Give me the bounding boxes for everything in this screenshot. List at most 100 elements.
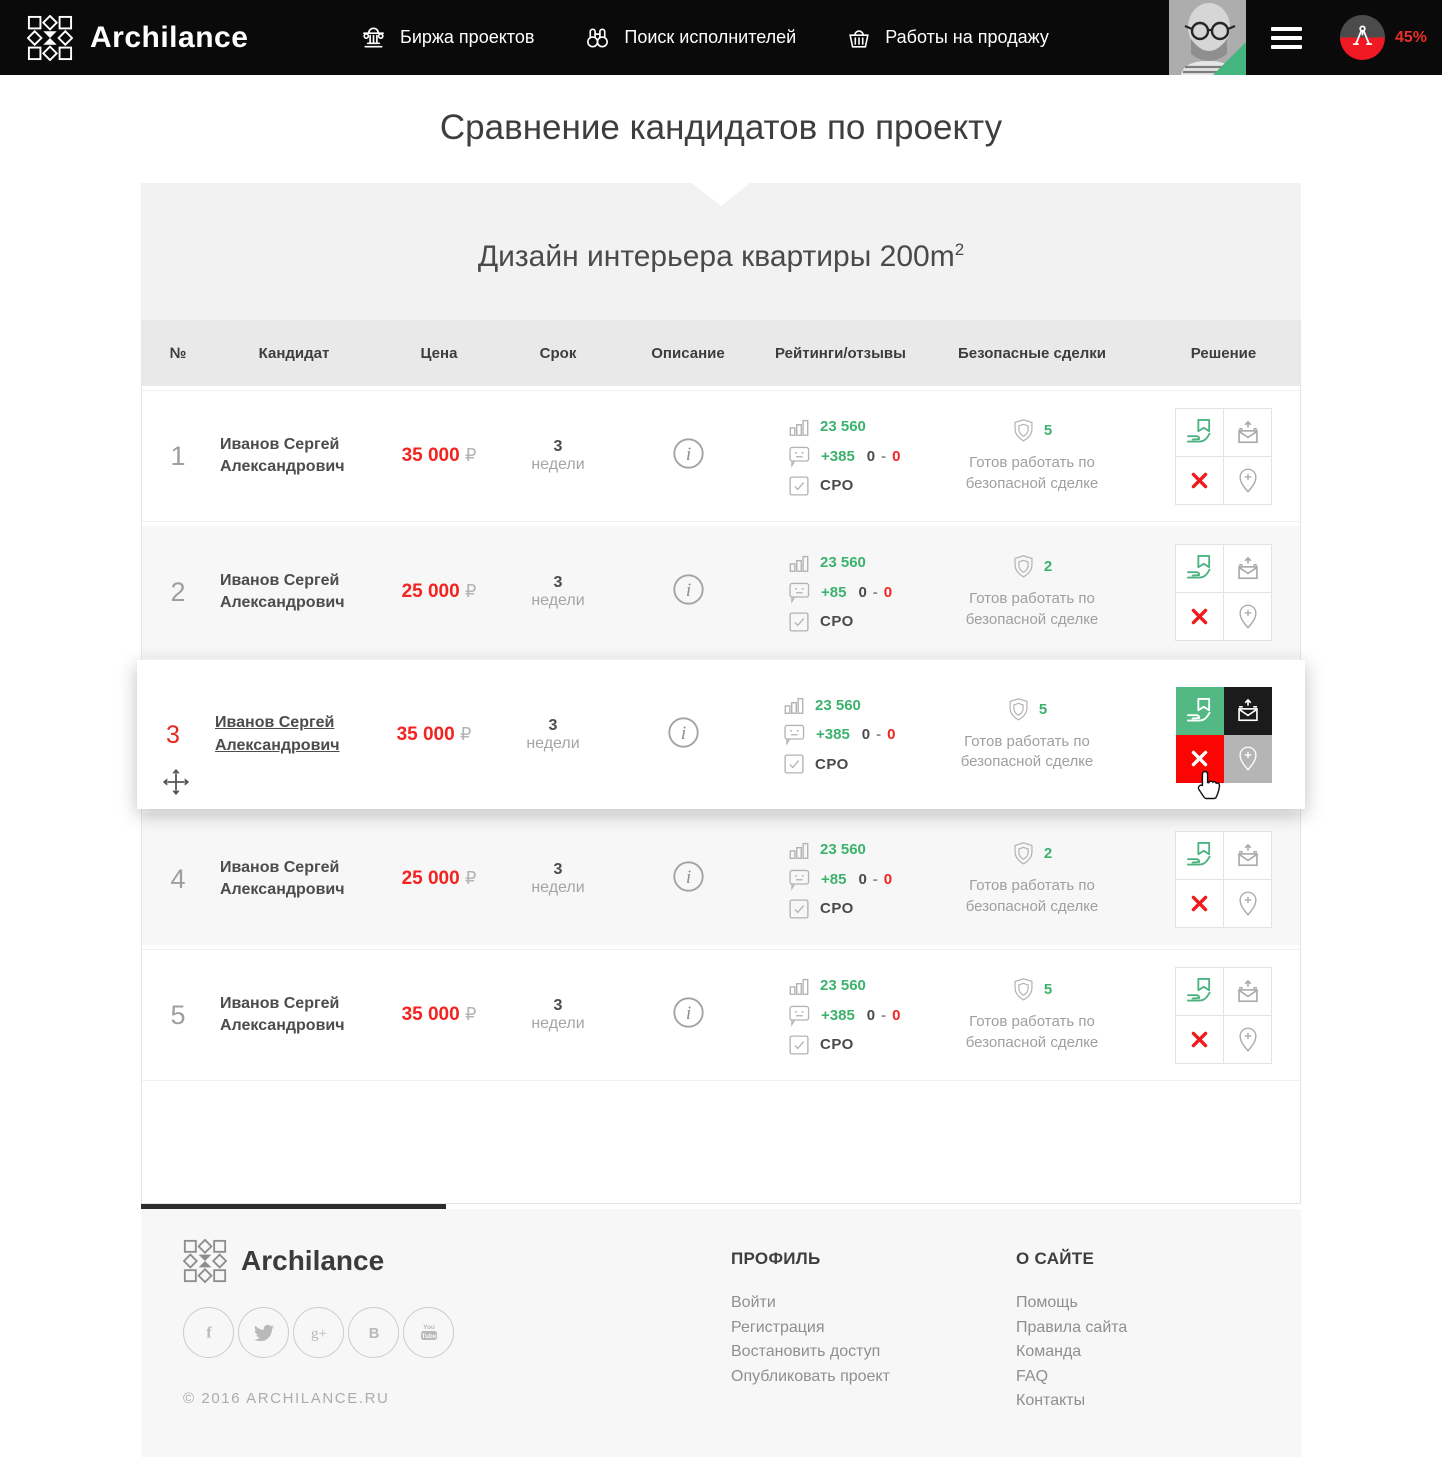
send-message-button[interactable] [1224,968,1272,1016]
avatar[interactable] [1169,0,1246,75]
send-message-button[interactable] [1224,687,1272,735]
description-cell: i [612,860,764,898]
nav-item-find-performers[interactable]: Поиск исполнителей [584,24,796,51]
pin-plus-icon [1236,890,1260,917]
row-number: 4 [170,864,185,894]
nav-item-projects-exchange[interactable]: Биржа проектов [360,24,534,51]
footer-brand[interactable]: Archilance [183,1239,454,1283]
views-count: 23 560 [820,418,866,435]
candidate-name-cell: Иванов Сергей Александрович [214,993,374,1038]
send-message-button[interactable] [1224,409,1272,457]
shield-icon [1007,697,1030,722]
main-nav: Биржа проектов Поиск исполнителей Работы… [360,24,1049,51]
column-header-term: Срок [504,345,612,362]
description-cell: i [612,437,764,475]
copyright: © 2016 ARCHILANCE.RU [183,1390,454,1407]
close-x-icon [1189,748,1210,769]
price-cell: 25 000 ₽ [374,581,504,603]
comment-smile-icon [788,445,811,468]
info-icon[interactable]: i [672,860,705,898]
candidate-name[interactable]: Иванов Сергей Александрович [220,995,345,1034]
candidate-name[interactable]: Иванов Сергей Александрович [220,859,345,898]
add-location-button[interactable] [1224,880,1272,928]
safe-deals-text: Готов работать по безопасной сделке [917,1012,1147,1053]
social-links: f g+ B You Tube [183,1307,454,1358]
footer-link-team[interactable]: Команда [1016,1340,1127,1365]
footer-link-contacts[interactable]: Контакты [1016,1389,1127,1414]
footer-link-faq[interactable]: FAQ [1016,1365,1127,1390]
safe-deals-text: Готов работать по безопасной сделке [917,453,1147,494]
menu-icon[interactable] [1271,22,1302,54]
candidate-name[interactable]: Иванов Сергей Александрович [215,714,340,753]
safe-deals-text-line1: Готов работать по [917,453,1147,473]
footer-link-publish-project[interactable]: Опубликовать проект [731,1365,890,1390]
rating-positive: +85 [821,871,846,888]
rating-separator: - [873,871,878,888]
info-icon[interactable]: i [672,437,705,475]
rating-cell: 23 560 +85 0 - 0 СР [764,832,917,927]
svg-text:i: i [680,722,685,743]
candidate-name-cell: Иванов Сергей Александрович [214,570,374,615]
hire-button[interactable] [1176,832,1224,880]
candidate-name[interactable]: Иванов Сергей Александрович [220,572,345,611]
footer-link-help[interactable]: Помощь [1016,1291,1127,1316]
add-location-button[interactable] [1224,735,1272,783]
safe-deals-count-line: 5 [912,697,1142,722]
safe-deals-text-line2: безопасной сделке [912,752,1142,772]
term-unit: недели [531,1015,584,1032]
hire-button[interactable] [1176,409,1224,457]
add-location-button[interactable] [1224,457,1272,505]
candidate-row: 2 Иванов Сергей Александрович 25 000 ₽ 3… [142,526,1300,658]
add-location-button[interactable] [1224,1016,1272,1064]
twitter-icon[interactable] [238,1307,289,1358]
candidate-name[interactable]: Иванов Сергей Александрович [220,436,345,475]
reviews-line: +85 0 - 0 [764,581,917,604]
reject-button[interactable] [1176,457,1224,505]
footer-link-rules[interactable]: Правила сайта [1016,1316,1127,1341]
row-number: 1 [170,441,185,471]
reject-button[interactable] [1176,593,1224,641]
footer-link-register[interactable]: Регистрация [731,1316,890,1341]
send-message-button[interactable] [1224,545,1272,593]
hire-button[interactable] [1176,968,1224,1016]
youtube-icon[interactable]: You Tube [403,1307,454,1358]
mail-send-icon [1235,843,1261,868]
footer-link-login[interactable]: Войти [731,1291,890,1316]
nav-item-works-for-sale[interactable]: Работы на продажу [846,25,1049,51]
checkbox-icon [783,753,805,775]
facebook-icon[interactable]: f [183,1307,234,1358]
reject-button[interactable] [1176,1016,1224,1064]
description-cell: i [612,996,764,1034]
term-unit: недели [531,879,584,896]
term-value: 3 [504,438,612,456]
decision-cell [1147,408,1300,505]
hire-button[interactable] [1176,687,1224,735]
info-icon[interactable]: i [667,716,700,754]
info-icon[interactable]: i [672,573,705,611]
price-cell: 25 000 ₽ [374,868,504,890]
mail-send-icon [1235,979,1261,1004]
reject-button[interactable] [1176,880,1224,928]
google-plus-icon[interactable]: g+ [293,1307,344,1358]
rating-separator: - [873,584,878,601]
term-cell: 3 недели [504,438,612,474]
vk-icon[interactable]: B [348,1307,399,1358]
certificate-line: СРО [764,611,917,633]
footer-brand-name: Archilance [241,1245,384,1277]
footer-link-restore-access[interactable]: Востановить доступ [731,1340,890,1365]
add-location-button[interactable] [1224,593,1272,641]
brand[interactable]: Archilance [27,15,248,61]
info-icon[interactable]: i [672,996,705,1034]
column-header-price: Цена [374,345,504,362]
hire-button[interactable] [1176,545,1224,593]
term-value: 3 [504,997,612,1015]
profile-progress-value: 45% [1395,29,1427,47]
price-value: 25 000 [402,581,460,602]
drag-handle-icon[interactable] [162,768,190,796]
profile-progress-gauge[interactable] [1340,15,1385,60]
send-message-button[interactable] [1224,832,1272,880]
banner-notch [692,183,750,206]
reviews-line: +85 0 - 0 [764,868,917,891]
safe-deals-text: Готов работать по безопасной сделке [917,589,1147,630]
term-unit: недели [531,592,584,609]
